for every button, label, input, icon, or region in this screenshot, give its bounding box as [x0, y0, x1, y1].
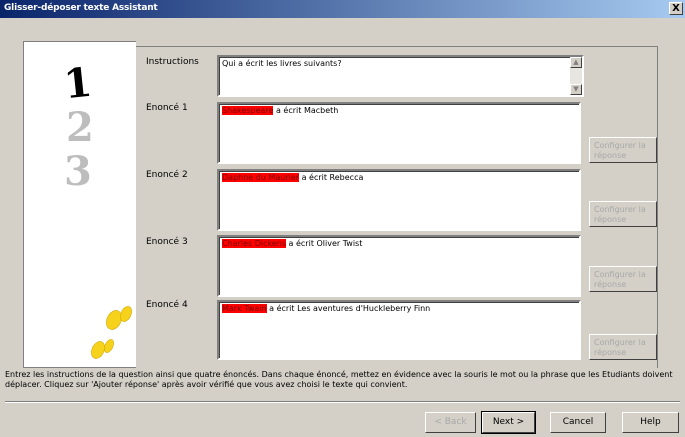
statement-3-highlight: Charles Dickens: [222, 239, 286, 248]
cancel-button[interactable]: Cancel: [550, 412, 606, 433]
step-illustration-panel: 1 2 3: [23, 41, 136, 368]
step-1-number: 1: [61, 58, 95, 109]
statement-3-label: Enoncé 3: [146, 237, 188, 247]
instructions-textarea[interactable]: Qui a écrit les livres suivants? ▲ ▼: [217, 55, 584, 97]
back-button[interactable]: < Back: [425, 412, 476, 433]
instructions-label: Instructions: [146, 57, 199, 67]
statement-1-text: a écrit Macbeth: [273, 106, 339, 115]
help-button[interactable]: Help: [622, 412, 679, 433]
close-button[interactable]: X: [669, 2, 683, 15]
window-title: Glisser-déposer texte Assistant: [4, 3, 158, 13]
statement-2-textarea[interactable]: Daphne du Maurier a écrit Rebecca: [217, 169, 581, 231]
statement-4-textarea[interactable]: Mark Twain a écrit Les aventures d'Huckl…: [217, 300, 581, 360]
scroll-up-icon[interactable]: ▲: [570, 57, 582, 68]
footprints-icon: [91, 306, 132, 359]
scroll-down-icon[interactable]: ▼: [570, 84, 582, 95]
step-3-number: 3: [64, 148, 92, 195]
statement-4-text: a écrit Les aventures d'Huckleberry Finn: [266, 304, 431, 313]
statement-1-highlight: Shakespeare: [222, 106, 274, 115]
configure-answer-4-button[interactable]: Configurer la réponse: [589, 334, 657, 360]
statement-4-highlight: Mark Twain: [222, 304, 267, 313]
wizard-dialog: Glisser-déposer texte Assistant X 1 2 3 …: [0, 0, 685, 437]
statement-3-textarea[interactable]: Charles Dickens a écrit Oliver Twist: [217, 235, 581, 297]
statement-2-label: Enoncé 2: [146, 170, 188, 180]
statement-1-textarea[interactable]: Shakespeare a écrit Macbeth: [217, 102, 581, 164]
step-2-number: 2: [66, 104, 94, 151]
instructions-scrollbar[interactable]: ▲ ▼: [570, 57, 582, 95]
title-bar: Glisser-déposer texte Assistant X: [0, 0, 685, 18]
configure-answer-2-button[interactable]: Configurer la réponse: [589, 201, 657, 227]
statement-2-highlight: Daphne du Maurier: [222, 173, 300, 182]
help-instructions-text: Entrez les instructions de la question a…: [5, 370, 673, 389]
configure-answer-3-button[interactable]: Configurer la réponse: [589, 266, 657, 292]
statement-3-text: a écrit Oliver Twist: [286, 239, 363, 248]
footer-separator: [5, 401, 680, 403]
statement-4-label: Enoncé 4: [146, 300, 188, 310]
configure-answer-1-button[interactable]: Configurer la réponse: [589, 137, 657, 163]
next-button[interactable]: Next >: [481, 411, 536, 434]
instructions-text: Qui a écrit les livres suivants?: [222, 59, 342, 68]
statement-1-label: Enoncé 1: [146, 103, 188, 113]
statement-2-text: a écrit Rebecca: [299, 173, 364, 182]
